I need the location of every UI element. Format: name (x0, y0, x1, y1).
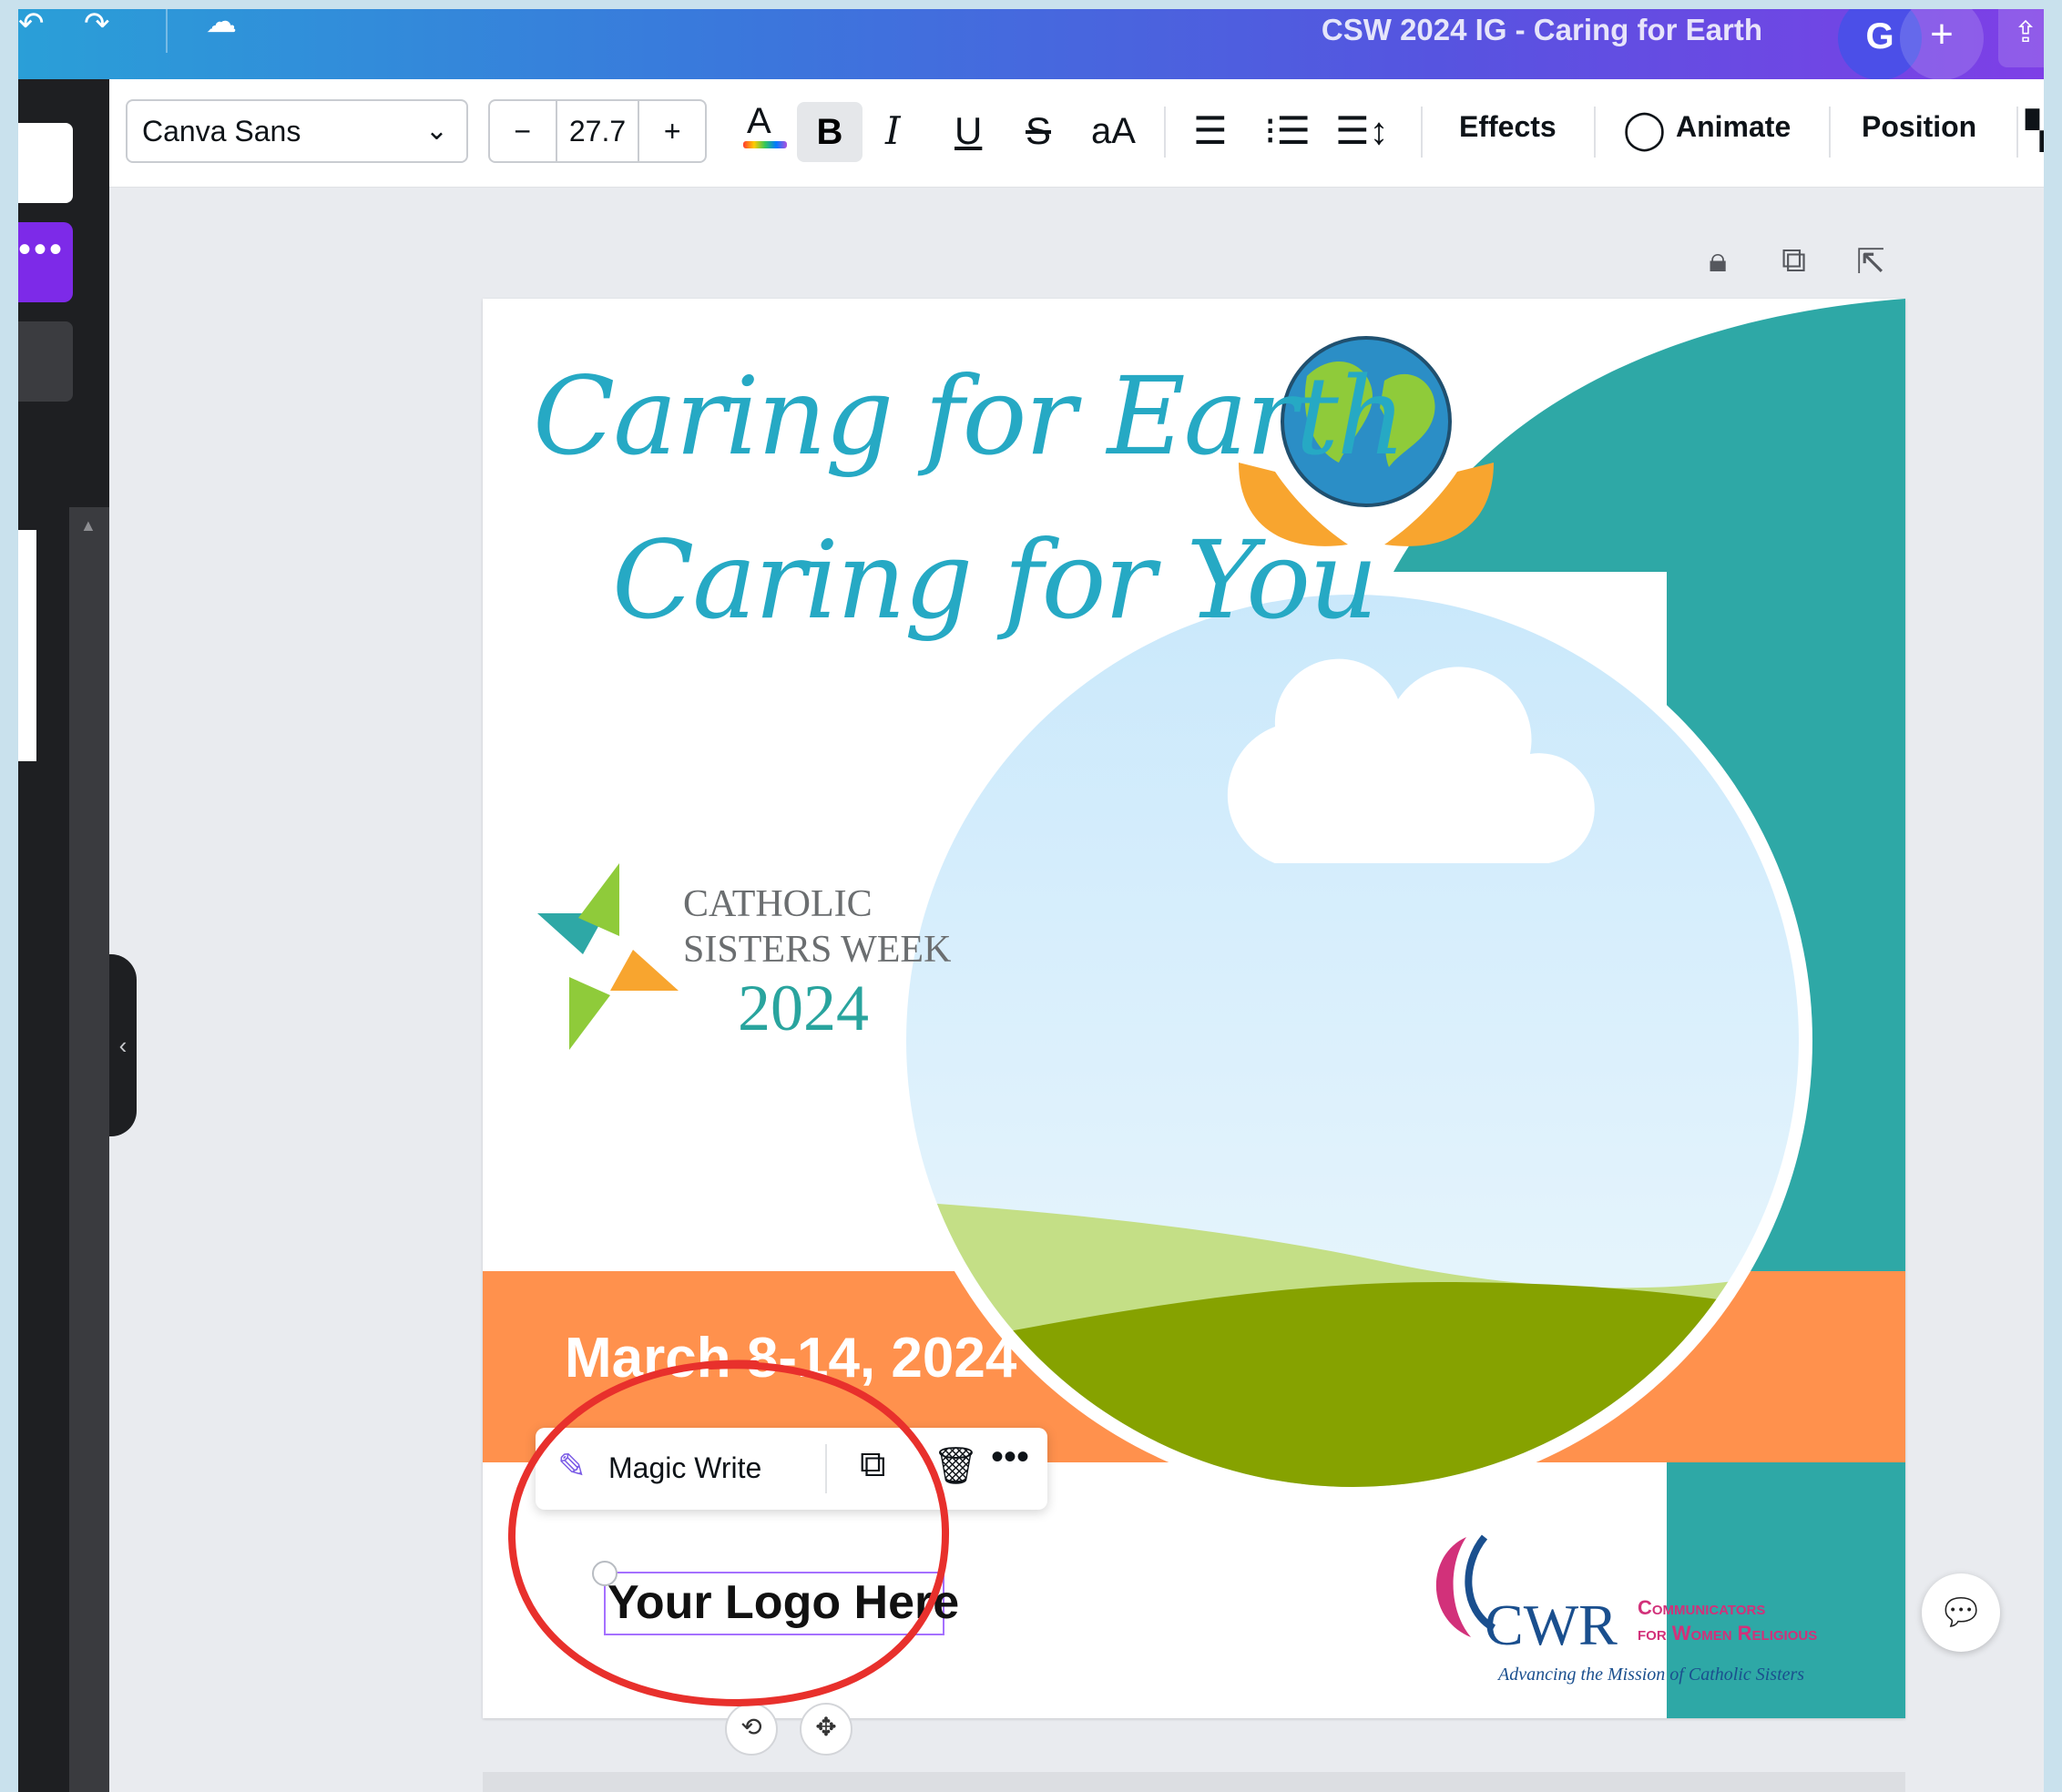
position-button[interactable]: Position (1862, 110, 1976, 144)
increase-font-size-button[interactable]: + (639, 101, 705, 161)
chevron-down-icon: ⌄ (424, 116, 448, 146)
scroll-up-arrow-icon[interactable]: ▲ (80, 516, 97, 535)
panel-more-button[interactable]: ••• (18, 222, 73, 302)
transparency-icon[interactable]: ▚ (2026, 108, 2044, 154)
color-swatch-bar (743, 141, 787, 148)
toolbar-divider (1421, 107, 1423, 158)
app-frame: ↶ ↷ ☁ CSW 2024 IG - Caring for Earth G +… (18, 9, 2044, 1792)
csw-year[interactable]: 2024 (738, 971, 869, 1046)
add-comment-button[interactable]: 💬︎ (1922, 1573, 2000, 1652)
redo-icon[interactable]: ↷ (84, 9, 110, 42)
letter-case-button[interactable]: aA (1091, 108, 1136, 154)
text-toolbar: Canva Sans ⌄ − 27.7 + A B I U S aA ☰ ⁝☰ … (109, 79, 2044, 188)
font-family-value: Canva Sans (142, 115, 301, 148)
align-center-icon[interactable]: ☰ (1193, 108, 1228, 154)
animate-button[interactable]: Animate (1676, 110, 1791, 144)
csw-logo-text[interactable]: CATHOLIC SISTERS WEEK (683, 881, 951, 972)
csw-line-sisters-week: SISTERS WEEK (683, 929, 952, 971)
font-size-input[interactable]: 27.7 (555, 101, 640, 161)
cwr-line-1: Communicators (1638, 1596, 1766, 1619)
more-options-icon[interactable]: ••• (991, 1437, 1029, 1478)
share-button[interactable]: ⇪ (1998, 9, 2044, 67)
undo-icon[interactable]: ↶ (18, 9, 45, 42)
next-page-preview[interactable] (483, 1772, 1905, 1792)
toolbar-divider (1829, 107, 1831, 158)
toolbar-divider (1164, 107, 1166, 158)
panel-scrollbar[interactable] (69, 507, 109, 1792)
panel-thumbnail[interactable] (18, 530, 36, 761)
text-color-icon: A (747, 101, 771, 141)
cwr-tagline: Advancing the Mission of Catholic Sister… (1498, 1665, 1805, 1685)
headline-caring-for-earth[interactable]: Caring for Earth (533, 353, 1406, 479)
toolbar-divider (1594, 107, 1596, 158)
duplicate-page-icon[interactable]: ⧉ (1781, 241, 1806, 280)
add-page-icon[interactable]: ⇱ (1856, 241, 1885, 282)
top-bar: ↶ ↷ ☁ CSW 2024 IG - Caring for Earth G +… (18, 9, 2044, 80)
font-size-stepper[interactable]: − 27.7 + (488, 99, 707, 163)
cwr-line-2: for Women Religious (1638, 1622, 1818, 1644)
effects-button[interactable]: Effects (1459, 110, 1557, 144)
decrease-font-size-button[interactable]: − (490, 101, 556, 161)
underline-button[interactable]: U (954, 108, 982, 154)
left-side-panel: ••• ▲ (18, 79, 109, 1792)
panel-item[interactable] (18, 321, 73, 402)
strikethrough-button[interactable]: S (1026, 108, 1051, 154)
document-title[interactable]: CSW 2024 IG - Caring for Earth (1322, 13, 1762, 47)
text-color-button[interactable]: A (743, 101, 787, 148)
cwr-logo-text[interactable]: CWR (1485, 1592, 1618, 1659)
collapse-panel-handle[interactable]: ‹ (109, 954, 137, 1136)
csw-line-catholic: CATHOLIC (683, 883, 873, 925)
invite-button[interactable]: + (1900, 9, 1984, 80)
animate-icon[interactable]: ◯ (1623, 107, 1666, 152)
bold-button[interactable]: B (797, 102, 863, 162)
toolbar-divider (2016, 107, 2018, 158)
headline-caring-for-you[interactable]: Caring for You (612, 517, 1378, 643)
topbar-divider (166, 9, 168, 53)
panel-search-box[interactable] (18, 123, 73, 203)
csw-logo-mark (537, 863, 679, 1050)
cwr-full-name: Communicators for Women Religious (1638, 1595, 1817, 1646)
line-spacing-icon[interactable]: ☰↕ (1335, 108, 1389, 154)
lock-icon[interactable]: 🔒︎ (1709, 241, 1727, 280)
font-family-select[interactable]: Canva Sans ⌄ (126, 99, 468, 163)
cloud-saved-icon[interactable]: ☁ (206, 9, 237, 40)
italic-button[interactable]: I (885, 108, 901, 154)
red-annotation-circle (507, 1359, 950, 1707)
bullet-list-icon[interactable]: ⁝☰ (1264, 108, 1311, 154)
